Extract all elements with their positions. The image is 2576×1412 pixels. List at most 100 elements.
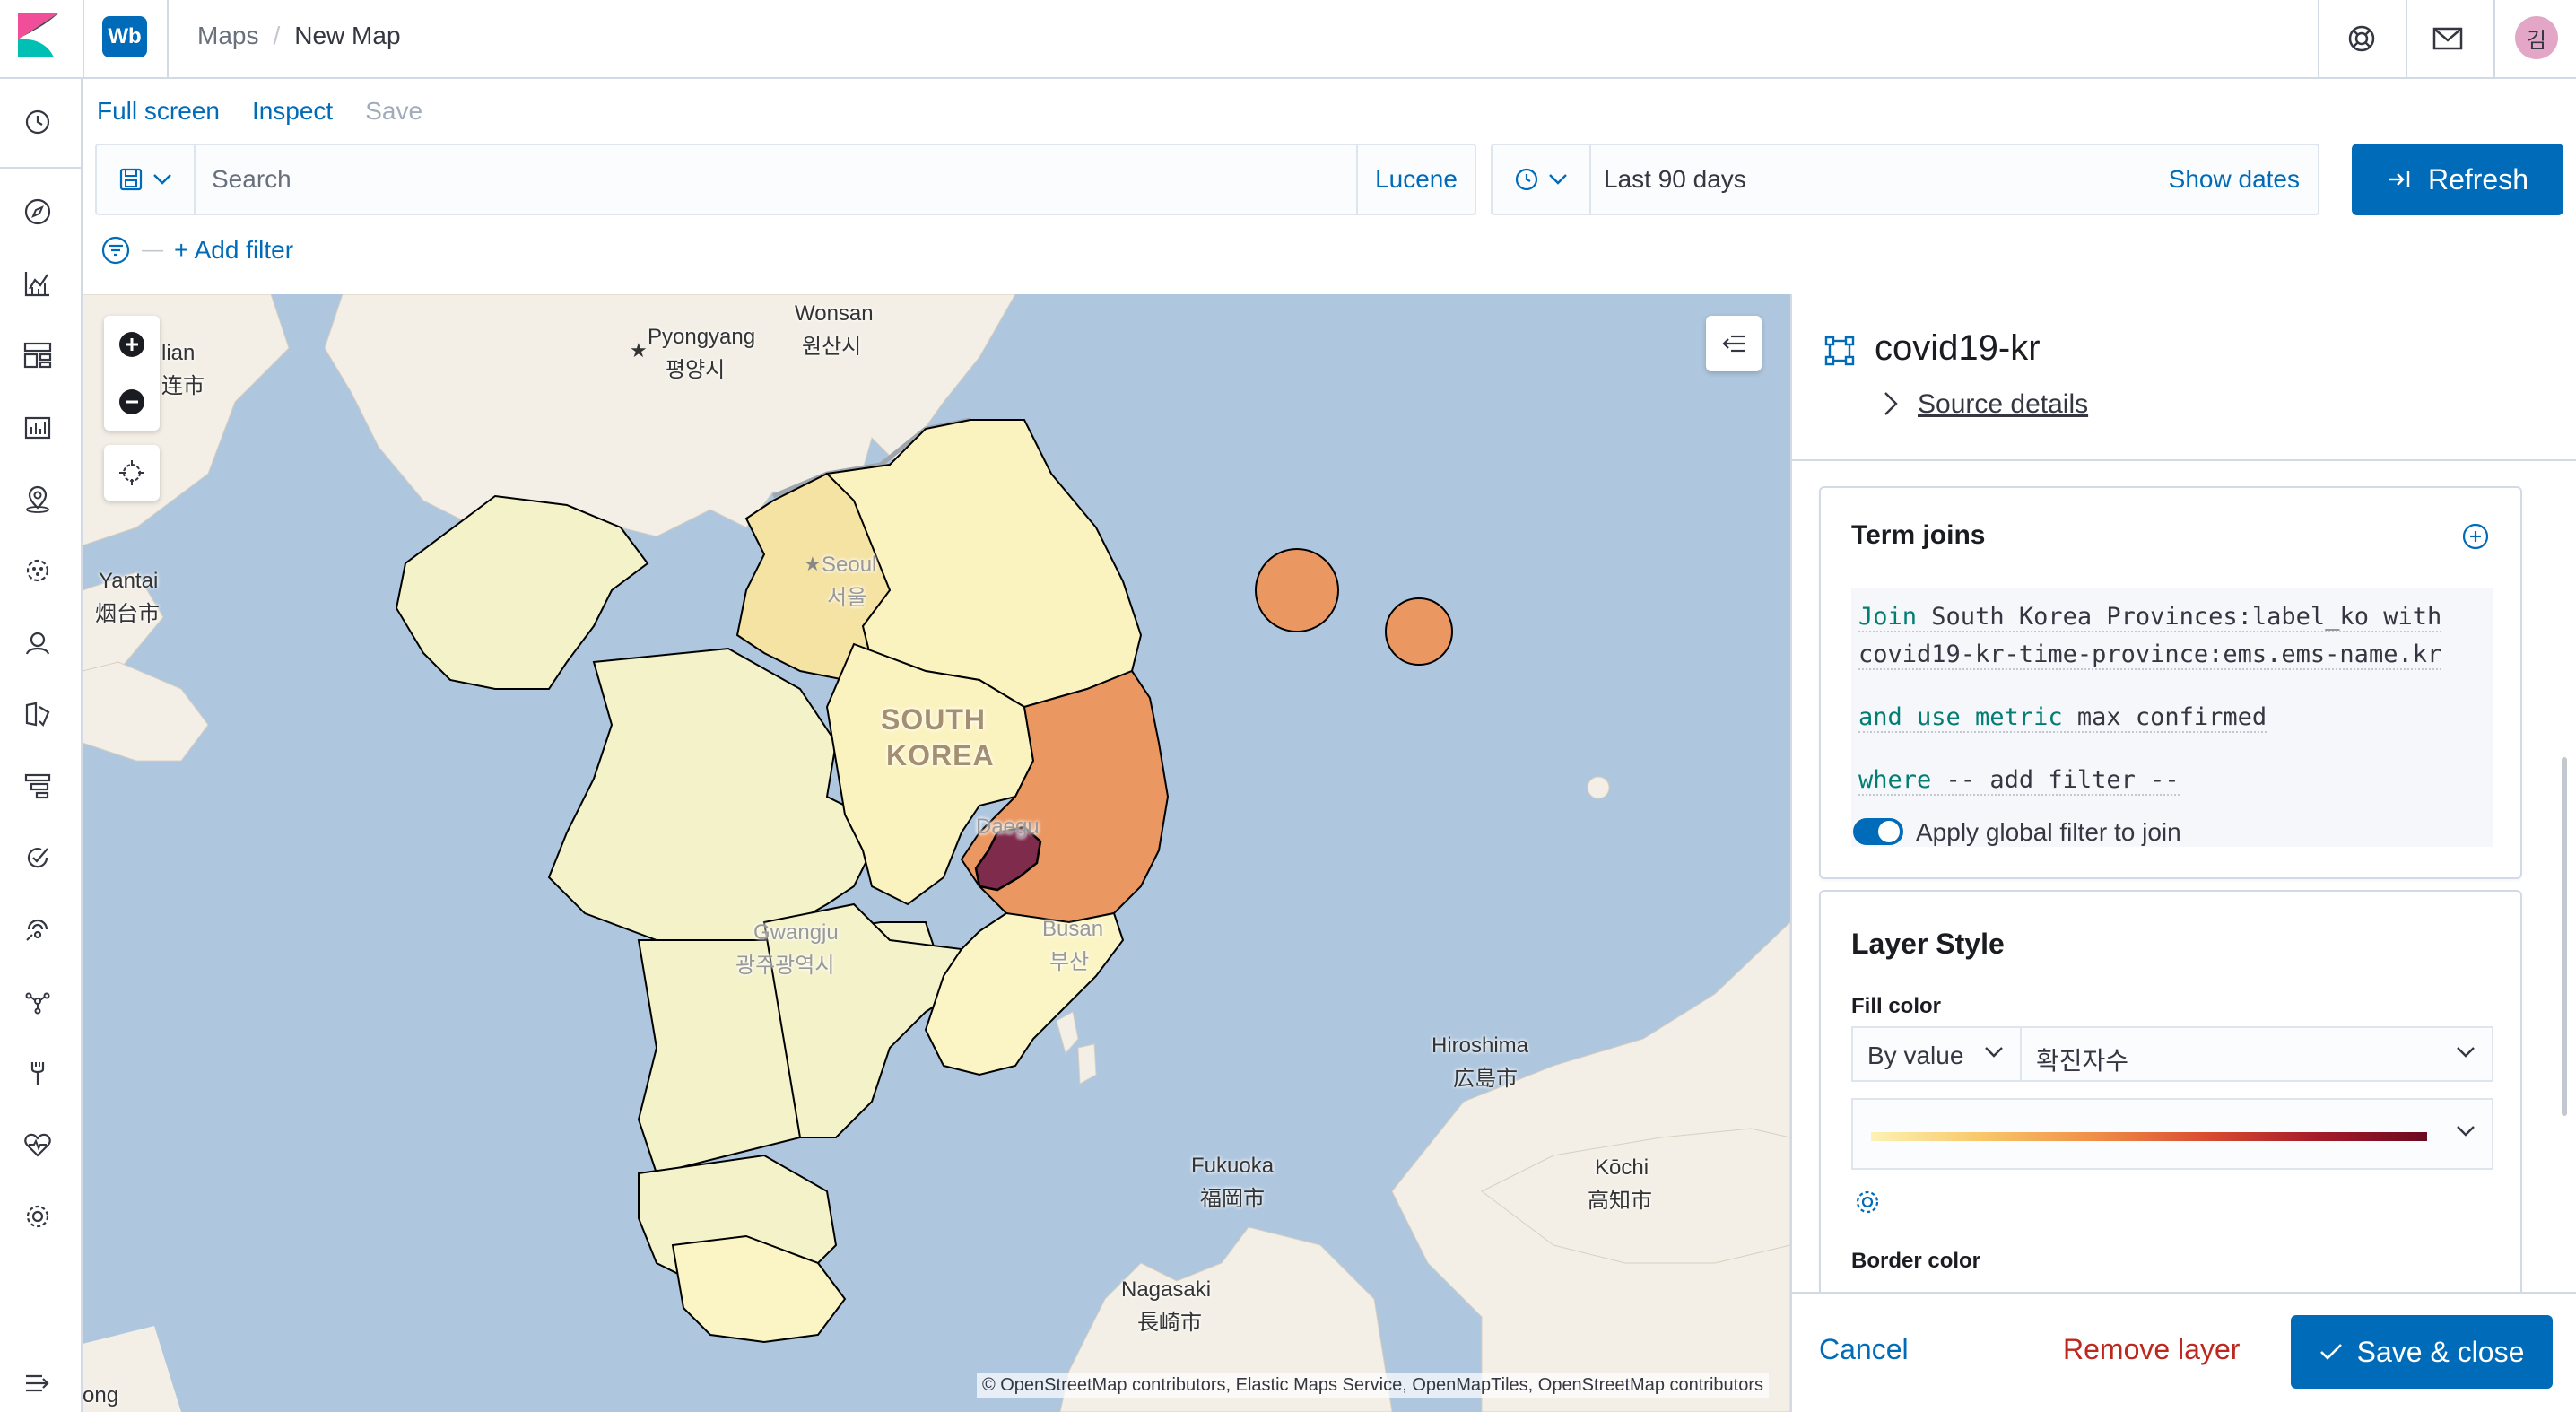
canvas-icon[interactable] [18,407,57,447]
map-label-yantai-ko: 烟台市 [95,602,160,626]
graph-icon[interactable] [18,981,57,1021]
chevron-right-icon[interactable] [1882,391,1900,416]
remove-layer-button[interactable]: Remove layer [2063,1333,2240,1366]
check-icon [2319,1344,2342,1360]
calendar-clock-icon [1515,168,1538,191]
menu-left-icon [1722,335,1745,353]
maps-icon[interactable] [18,479,57,519]
border-color-label: Border color [1851,1249,1981,1273]
filter-separator: — [142,238,163,262]
refresh-arrow-icon [2388,171,2410,187]
map-label-nagasaki-ko: 長崎市 [1137,1311,1202,1335]
map-label-gwangju-ko: 광주광역시 [735,954,835,978]
refresh-label: Refresh [2427,162,2529,196]
save-close-label: Save & close [2356,1335,2525,1368]
map-label-fukuoka-ko: 福岡市 [1200,1187,1265,1211]
vector-layer-icon [1824,336,1855,366]
map-label-yantai: Yantai [99,569,159,593]
visualize-chart-icon[interactable] [18,264,57,303]
join-metric-expression[interactable]: and use metric max confirmed [1858,703,2267,733]
siem-icon[interactable] [18,910,57,949]
join-left-expression[interactable]: Join South Korea Provinces:label_ko with [1858,603,2442,632]
layer-settings-panel: covid19-kr Source details Term joins Joi… [1790,294,2576,1412]
map-canvas[interactable]: ★ ★ Wonsan 원산시 Pyongyang 평양시 lian 连市 Yan… [83,294,1790,1412]
and-use-metric-keyword: and use metric [1858,703,2063,731]
fill-mode-value: By value [1867,1042,1964,1069]
mail-icon[interactable] [2427,18,2468,59]
discover-compass-icon[interactable] [18,192,57,231]
add-filter-button[interactable]: + Add filter [174,236,293,265]
map-label-daegu: Daegu [976,815,1040,839]
recent-clock-icon[interactable] [18,102,57,142]
management-gear-icon[interactable] [18,1197,57,1236]
layer-title: covid19-kr [1875,328,2041,368]
panel-footer: Cancel Remove layer Save & close [1792,1292,2576,1412]
query-language-button[interactable]: Lucene [1356,145,1475,214]
kibana-logo[interactable] [18,13,59,57]
map-label-kochi: Kōchi [1595,1155,1649,1180]
fill-mode-select[interactable]: By value [1851,1026,2022,1082]
map-label-hiroshima: Hiroshima [1432,1033,1529,1058]
zoom-controls [104,316,160,431]
apm-icon[interactable] [18,766,57,806]
zoom-out-button[interactable] [104,373,160,431]
svg-text:★: ★ [804,553,822,575]
cancel-button[interactable]: Cancel [1819,1333,1909,1366]
panel-header: covid19-kr Source details [1792,294,2576,461]
join-right-field[interactable]: covid19-kr-time-province:ems.ems-name.kr [1858,641,2442,670]
inspect-link[interactable]: Inspect [252,97,333,126]
collapse-nav-icon[interactable] [18,1364,57,1403]
show-dates-link[interactable]: Show dates [2169,165,2300,194]
zoom-in-button[interactable] [104,316,160,373]
nav-sidebar [0,79,83,1412]
saved-query-button[interactable] [97,145,196,214]
monitoring-heartbeat-icon[interactable] [18,1125,57,1164]
breadcrumb-separator: / [273,22,281,49]
fit-to-data-button[interactable] [104,445,160,501]
apply-global-filter-label: Apply global filter to join [1916,818,2181,846]
term-joins-title: Term joins [1851,520,1986,550]
map-label-wonsan-ko: 원산시 [802,335,862,359]
infrastructure-icon[interactable] [18,623,57,662]
logs-icon[interactable] [18,694,57,734]
join-where-expression[interactable]: where -- add filter -- [1858,766,2180,796]
panel-scrollbar[interactable] [2562,757,2567,1116]
save-close-button[interactable]: Save & close [2291,1315,2553,1389]
add-join-plus-icon[interactable] [2461,522,2490,551]
map-label-south-korea-2: KOREA [886,739,995,771]
map-label-pyongyang-ko: 평양시 [666,358,726,382]
dashboard-icon[interactable] [18,336,57,375]
layer-style-title: Layer Style [1851,928,2005,960]
crosshair-icon [119,460,144,485]
settings-gear-icon[interactable] [1853,1188,1882,1216]
join-left-field: South Korea Provinces:label_ko [1931,603,2369,631]
full-screen-link[interactable]: Full screen [97,97,220,126]
chevron-down-icon [153,174,171,185]
map-label-hiroshima-ko: 広島市 [1453,1067,1518,1091]
source-details-toggle[interactable]: Source details [1918,389,2088,420]
filter-bar: — + Add filter [100,235,293,266]
header-divider [2406,0,2407,79]
map-label-partial: ong [83,1383,119,1408]
apply-global-filter-toggle[interactable] [1853,818,1903,845]
dev-tools-icon[interactable] [18,1053,57,1093]
search-input[interactable] [212,163,1423,196]
filter-icon[interactable] [100,235,131,266]
toggle-layer-panel-button[interactable] [1706,316,1762,371]
uptime-icon[interactable] [18,838,57,877]
space-avatar[interactable]: Wb [102,16,147,57]
time-range-label[interactable]: Last 90 days [1604,165,1746,194]
color-ramp-gradient [1871,1132,2427,1141]
color-ramp-select[interactable] [1851,1098,2493,1170]
header-divider [83,0,84,79]
breadcrumb-new-map: New Map [294,22,401,49]
refresh-button[interactable]: Refresh [2352,144,2563,215]
help-icon[interactable] [2341,18,2382,59]
quick-date-button[interactable] [1493,145,1591,214]
user-avatar[interactable]: 김 [2515,16,2558,59]
ml-icon[interactable] [18,551,57,590]
map-attribution[interactable]: © OpenStreetMap contributors, Elastic Ma… [976,1373,1769,1398]
breadcrumb-maps[interactable]: Maps [197,22,258,50]
fill-field-select[interactable]: 확진자수 [2020,1026,2493,1082]
map-label-kochi-ko: 高知市 [1588,1189,1652,1213]
